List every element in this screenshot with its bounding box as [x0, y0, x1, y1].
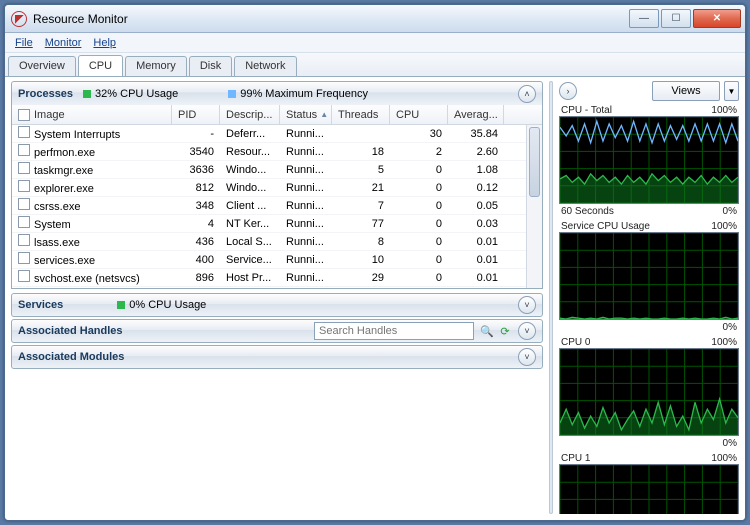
table-row[interactable]: System4NT Ker...Runni...7700.03: [12, 215, 542, 233]
chart-max-label: 100%: [711, 337, 737, 348]
menu-help[interactable]: Help: [93, 37, 116, 49]
cpu-chart: [559, 232, 739, 320]
table-row[interactable]: lsass.exe436Local S...Runni...800.01: [12, 233, 542, 251]
handles-expand-button[interactable]: ˅: [518, 322, 536, 340]
tab-network[interactable]: Network: [234, 56, 296, 76]
window-title: Resource Monitor: [33, 12, 128, 26]
table-row[interactable]: explorer.exe812Windo...Runni...2100.12: [12, 179, 542, 197]
search-handles-input[interactable]: [314, 322, 474, 340]
left-pane: Processes 32% CPU Usage 99% Maximum Freq…: [11, 81, 543, 514]
max-freq-legend: [228, 90, 236, 98]
chart-max-label: 100%: [711, 221, 737, 232]
col-threads[interactable]: Threads: [332, 105, 390, 124]
table-row[interactable]: svchost.exe (netsvcs)896Host Pr...Runni.…: [12, 269, 542, 287]
services-header[interactable]: Services 0% CPU Usage ˅: [11, 293, 543, 317]
processes-table: Image PID Descrip... Status ▲ Threads CP…: [11, 105, 543, 289]
chart-title: Service CPU Usage: [561, 221, 650, 232]
row-checkbox[interactable]: [18, 162, 30, 174]
table-row[interactable]: perfmon.exe3540Resour...Runni...1822.60: [12, 143, 542, 161]
services-cpu-text: 0% CPU Usage: [129, 299, 206, 311]
cpu-chart: [559, 348, 739, 436]
scrollbar-thumb[interactable]: [529, 127, 540, 197]
app-window: Resource Monitor — ☐ ✕ File Monitor Help…: [4, 4, 746, 521]
tab-overview[interactable]: Overview: [8, 56, 76, 76]
processes-header[interactable]: Processes 32% CPU Usage 99% Maximum Freq…: [11, 81, 543, 105]
search-go-icon[interactable]: 🔍: [479, 323, 495, 339]
chart-title: CPU 1: [561, 453, 590, 464]
col-cpu[interactable]: CPU: [390, 105, 448, 124]
col-status[interactable]: Status ▲: [280, 105, 332, 124]
menu-file[interactable]: File: [15, 37, 33, 49]
chart-title: CPU 0: [561, 337, 590, 348]
menu-bar: File Monitor Help: [5, 33, 745, 53]
row-checkbox[interactable]: [18, 144, 30, 156]
cpu-usage-legend: [83, 90, 91, 98]
table-row[interactable]: taskmgr.exe3636Windo...Runni...501.08: [12, 161, 542, 179]
cpu-chart: [559, 116, 739, 204]
row-checkbox[interactable]: [18, 270, 30, 282]
chart-footer-left: 60 Seconds: [561, 206, 614, 217]
cpu-usage-text: 32% CPU Usage: [95, 88, 178, 100]
row-checkbox[interactable]: [18, 126, 30, 138]
services-cpu-legend: [117, 301, 125, 309]
row-checkbox[interactable]: [18, 234, 30, 246]
chart-footer-right: 0%: [723, 206, 737, 217]
tab-disk[interactable]: Disk: [189, 56, 232, 76]
cpu-chart: [559, 464, 739, 514]
menu-monitor[interactable]: Monitor: [45, 37, 82, 49]
minimize-button[interactable]: —: [629, 9, 659, 28]
modules-title: Associated Modules: [18, 351, 124, 363]
max-freq-text: 99% Maximum Frequency: [240, 88, 368, 100]
services-title: Services: [18, 299, 63, 311]
views-button[interactable]: Views: [652, 81, 720, 101]
chart-footer-right: 0%: [723, 322, 737, 333]
row-checkbox[interactable]: [18, 216, 30, 228]
views-dropdown-icon[interactable]: ▼: [724, 81, 739, 101]
handles-header[interactable]: Associated Handles 🔍 ⟳ ˅: [11, 319, 543, 343]
app-icon: [11, 11, 27, 27]
tab-bar: Overview CPU Memory Disk Network: [5, 53, 745, 77]
col-pid[interactable]: PID: [172, 105, 220, 124]
maximize-button[interactable]: ☐: [661, 9, 691, 28]
select-all-checkbox[interactable]: [18, 109, 30, 121]
processes-scrollbar[interactable]: [526, 125, 542, 288]
table-row[interactable]: services.exe400Service...Runni...1000.01: [12, 251, 542, 269]
tab-memory[interactable]: Memory: [125, 56, 187, 76]
chart-footer-right: 0%: [723, 438, 737, 449]
table-row[interactable]: csrss.exe348Client ...Runni...700.05: [12, 197, 542, 215]
processes-column-header: Image PID Descrip... Status ▲ Threads CP…: [12, 105, 542, 125]
tab-cpu[interactable]: CPU: [78, 55, 123, 76]
col-average[interactable]: Averag...: [448, 105, 504, 124]
row-checkbox[interactable]: [18, 252, 30, 264]
chart-max-label: 100%: [711, 453, 737, 464]
row-checkbox[interactable]: [18, 198, 30, 210]
sort-indicator-icon: ▲: [320, 110, 328, 119]
handles-title: Associated Handles: [18, 325, 123, 337]
row-checkbox[interactable]: [18, 180, 30, 192]
close-button[interactable]: ✕: [693, 9, 741, 28]
modules-expand-button[interactable]: ˅: [518, 348, 536, 366]
table-row[interactable]: System Interrupts-Deferr...Runni...3035.…: [12, 125, 542, 143]
services-expand-button[interactable]: ˅: [518, 296, 536, 314]
right-pane: › Views ▼ CPU - Total 100% 60 Seconds 0% Ser…: [559, 81, 739, 514]
search-refresh-icon[interactable]: ⟳: [497, 323, 513, 339]
processes-title: Processes: [18, 88, 73, 100]
col-image[interactable]: Image: [12, 105, 172, 124]
chart-title: CPU - Total: [561, 105, 612, 116]
chart-max-label: 100%: [711, 105, 737, 116]
charts-collapse-button[interactable]: ›: [559, 82, 577, 100]
processes-collapse-button[interactable]: ˄: [518, 85, 536, 103]
col-description[interactable]: Descrip...: [220, 105, 280, 124]
pane-splitter[interactable]: [549, 81, 553, 514]
titlebar[interactable]: Resource Monitor — ☐ ✕: [5, 5, 745, 33]
modules-header[interactable]: Associated Modules ˅: [11, 345, 543, 369]
